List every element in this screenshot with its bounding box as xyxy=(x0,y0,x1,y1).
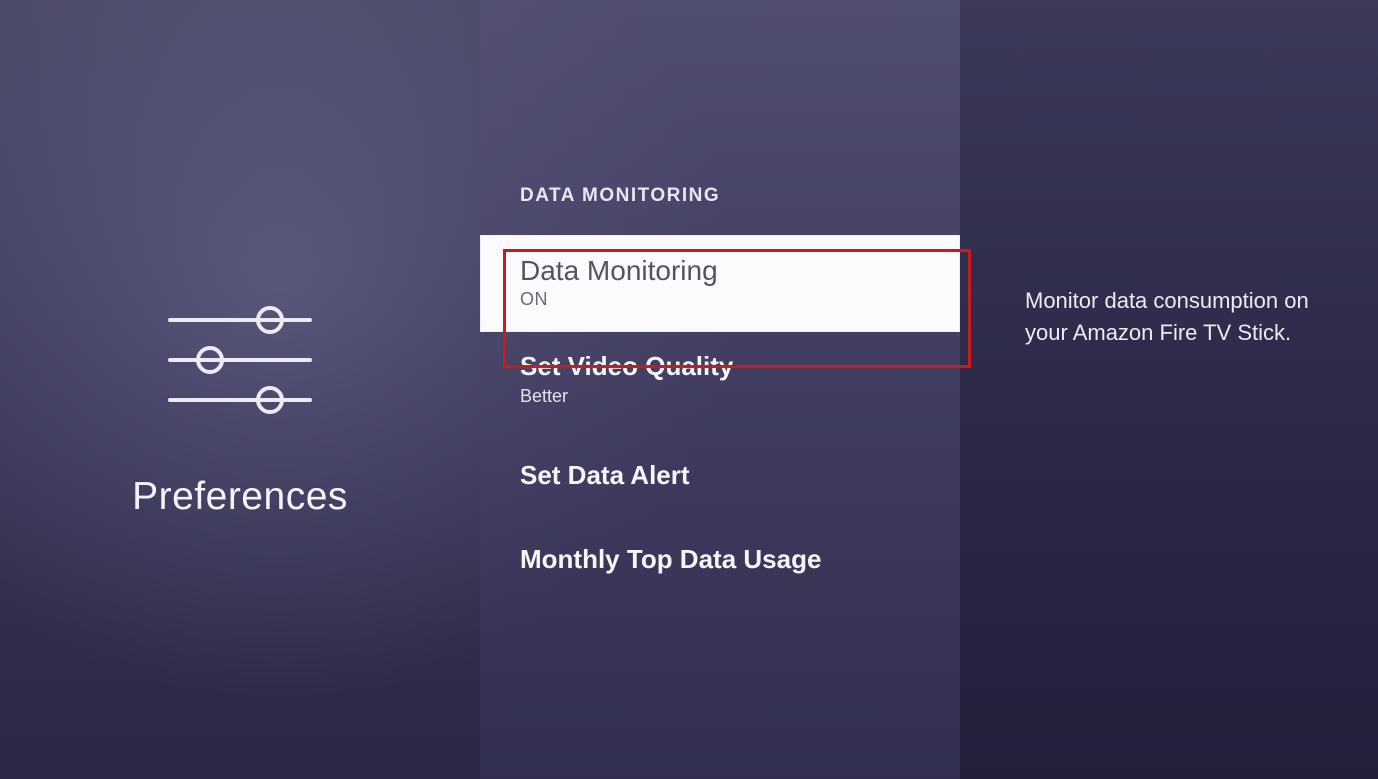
menu-item-set-video-quality[interactable]: Set Video Quality Better xyxy=(480,332,960,429)
sliders-icon xyxy=(165,300,315,420)
menu-item-subtitle: ON xyxy=(520,289,920,310)
left-pane-title: Preferences xyxy=(132,475,348,519)
menu-item-title: Data Monitoring xyxy=(520,255,920,287)
menu-item-description: Monitor data consumption on your Amazon … xyxy=(1025,285,1328,349)
description-pane: Monitor data consumption on your Amazon … xyxy=(960,0,1378,779)
menu-item-title: Set Video Quality xyxy=(520,352,920,382)
settings-screen: Preferences DATA MONITORING Data Monitor… xyxy=(0,0,1378,779)
menu-item-title: Set Data Alert xyxy=(520,461,920,491)
menu-item-subtitle: Better xyxy=(520,386,920,407)
menu-item-set-data-alert[interactable]: Set Data Alert xyxy=(480,429,960,525)
left-pane: Preferences xyxy=(0,0,480,779)
menu-item-title: Monthly Top Data Usage xyxy=(520,545,920,575)
menu-pane: DATA MONITORING Data Monitoring ON Set V… xyxy=(480,0,960,779)
menu-item-monthly-top-data-usage[interactable]: Monthly Top Data Usage xyxy=(480,525,960,597)
section-header: DATA MONITORING xyxy=(480,185,960,235)
menu-item-data-monitoring[interactable]: Data Monitoring ON xyxy=(480,235,960,332)
